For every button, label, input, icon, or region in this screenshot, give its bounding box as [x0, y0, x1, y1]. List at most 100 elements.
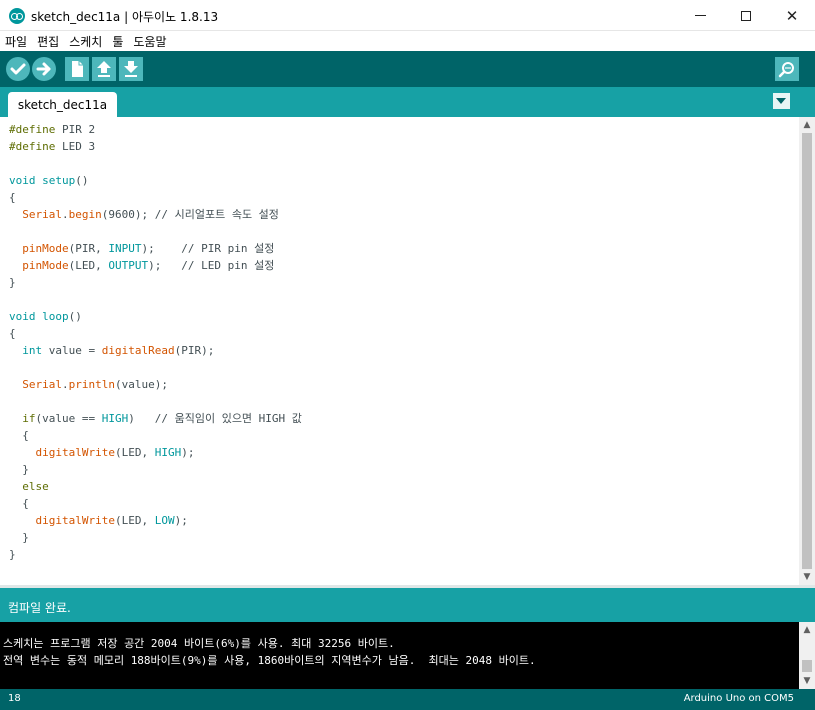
serial-monitor-button[interactable]	[775, 57, 799, 81]
close-icon: ✕	[785, 6, 799, 25]
console-text: 스케치는 프로그램 저장 공간 2004 바이트(6%)를 사용. 최대 322…	[3, 635, 536, 669]
upload-icon	[36, 62, 51, 76]
new-icon	[72, 61, 83, 77]
toolbar	[0, 51, 815, 87]
maximize-icon	[741, 10, 751, 21]
code-line[interactable]	[9, 291, 302, 308]
save-icon	[124, 61, 138, 77]
serial-monitor-icon	[778, 62, 794, 78]
scroll-up-icon[interactable]: ▲	[799, 117, 815, 133]
code-line[interactable]: #define PIR 2	[9, 121, 302, 138]
code-token: (LED,	[68, 259, 109, 272]
line-number: 18	[8, 693, 21, 704]
code-token: (9600); // 시리얼포트 속도 설정	[101, 208, 279, 221]
verify-button[interactable]	[6, 57, 30, 81]
code-line[interactable]	[9, 155, 302, 172]
console-output: 스케치는 프로그램 저장 공간 2004 바이트(6%)를 사용. 최대 322…	[0, 622, 815, 689]
upload-button[interactable]	[32, 57, 56, 81]
code-editor[interactable]: #define PIR 2 #define LED 3 void setup(){ …	[0, 117, 815, 585]
scroll-down-icon[interactable]: ▼	[799, 569, 815, 585]
menu-help[interactable]: 도움말	[133, 33, 166, 50]
code-line[interactable]: }	[9, 461, 302, 478]
open-button[interactable]	[92, 57, 116, 81]
code-token: if	[22, 412, 36, 425]
code-line[interactable]: pinMode(LED, OUTPUT); // LED pin 설정	[9, 257, 302, 274]
verify-icon	[10, 63, 26, 75]
menu-bar: 파일 편집 스케치 툴 도움말	[0, 31, 815, 51]
code-line[interactable]: digitalWrite(LED, HIGH);	[9, 444, 302, 461]
code-token: (LED,	[114, 514, 155, 527]
code-line[interactable]	[9, 223, 302, 240]
console-scroll-thumb[interactable]	[802, 660, 812, 672]
code-line[interactable]: }	[9, 546, 302, 563]
code-token: {	[9, 191, 16, 204]
code-token: void	[9, 174, 36, 187]
status-bar: 컴파일 완료.	[0, 588, 815, 622]
new-button[interactable]	[65, 57, 89, 81]
code-token: .	[62, 208, 69, 221]
maximize-button[interactable]	[723, 0, 769, 31]
tab-sketch[interactable]: sketch_dec11a	[8, 92, 117, 117]
window-title: sketch_dec11a | 아두이노 1.8.13	[31, 10, 219, 24]
code-line[interactable]: int value = digitalRead(PIR);	[9, 342, 302, 359]
editor-scrollbar[interactable]: ▲ ▼	[799, 117, 815, 585]
code-token: }	[9, 531, 29, 544]
menu-tools[interactable]: 툴	[112, 33, 123, 50]
code-line[interactable]: Serial.println(value);	[9, 376, 302, 393]
code-line[interactable]: void setup()	[9, 172, 302, 189]
menu-file[interactable]: 파일	[5, 33, 27, 50]
console-scroll-down-icon[interactable]: ▼	[799, 673, 815, 689]
code-line[interactable]: digitalWrite(LED, LOW);	[9, 512, 302, 529]
code-line[interactable]: Serial.begin(9600); // 시리얼포트 속도 설정	[9, 206, 302, 223]
code-line[interactable]: pinMode(PIR, INPUT); // PIR pin 설정	[9, 240, 302, 257]
code-line[interactable]: {	[9, 325, 302, 342]
tab-menu-chevron-down-icon[interactable]	[773, 93, 790, 109]
code-line[interactable]	[9, 393, 302, 410]
console-scroll-up-icon[interactable]: ▲	[799, 622, 815, 638]
code-text[interactable]: #define PIR 2 #define LED 3 void setup(){ …	[9, 121, 302, 563]
save-button[interactable]	[119, 57, 143, 81]
code-token: setup	[42, 174, 76, 187]
code-token: {	[9, 497, 29, 510]
code-token: ()	[68, 310, 82, 323]
menu-edit[interactable]: 편집	[37, 33, 59, 50]
close-button[interactable]: ✕	[769, 0, 815, 31]
code-token: HIGH	[154, 446, 182, 459]
code-line[interactable]	[9, 359, 302, 376]
code-token: LOW	[154, 514, 175, 527]
code-line[interactable]: #define LED 3	[9, 138, 302, 155]
code-token: (PIR);	[174, 344, 215, 357]
tab-strip: sketch_dec11a	[0, 87, 815, 117]
console-scrollbar[interactable]: ▲ ▼	[799, 622, 815, 689]
editor-scroll-thumb[interactable]	[802, 133, 812, 569]
code-token: );	[181, 446, 195, 459]
menu-sketch[interactable]: 스케치	[69, 33, 102, 50]
code-token: (LED,	[114, 446, 155, 459]
code-token: ); // LED pin 설정	[148, 259, 275, 272]
code-line[interactable]: {	[9, 495, 302, 512]
minimize-icon	[694, 15, 706, 16]
minimize-button[interactable]	[677, 0, 723, 31]
code-token: Serial	[22, 378, 62, 391]
code-line[interactable]: {	[9, 427, 302, 444]
code-token: println	[68, 378, 115, 391]
code-line[interactable]: {	[9, 189, 302, 206]
code-line[interactable]: }	[9, 274, 302, 291]
code-line[interactable]: void loop()	[9, 308, 302, 325]
open-icon	[97, 61, 111, 77]
code-token: {	[9, 327, 16, 340]
code-line[interactable]: if(value == HIGH) // 움직임이 있으면 HIGH 값	[9, 410, 302, 427]
console-line: 스케치는 프로그램 저장 공간 2004 바이트(6%)를 사용. 최대 322…	[3, 637, 395, 650]
code-token: LED 3	[55, 140, 96, 153]
code-line[interactable]: }	[9, 529, 302, 546]
bottom-bar: 18 Arduino Uno on COM5	[0, 689, 815, 710]
code-line[interactable]: else	[9, 478, 302, 495]
code-token: digitalWrite	[35, 514, 115, 527]
